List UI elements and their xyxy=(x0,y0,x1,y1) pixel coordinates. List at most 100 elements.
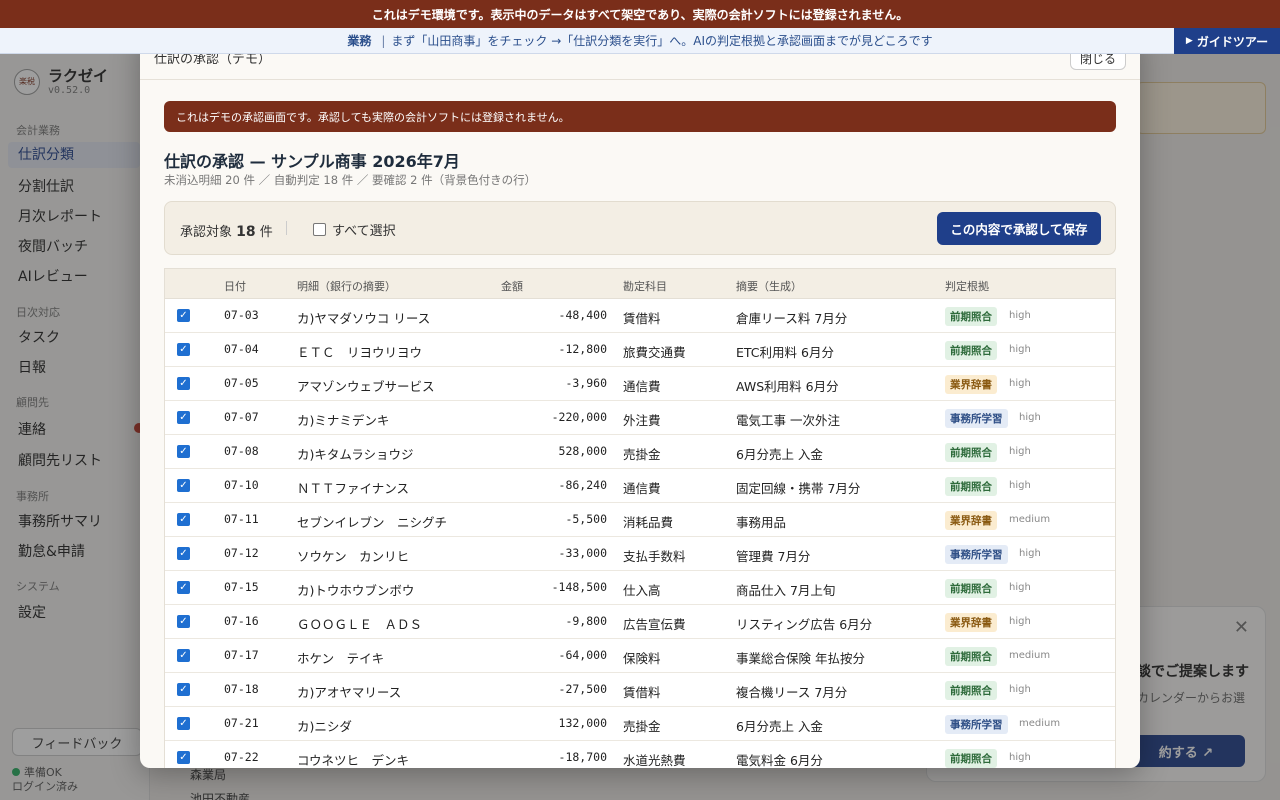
demo-banner: これはデモ環境です。表示中のデータはすべて架空であり、実際の会計ソフトには登録さ… xyxy=(0,0,1280,28)
row-account[interactable]: 賃借料 xyxy=(623,682,661,701)
approve-save-button[interactable]: この内容で承認して保存 xyxy=(937,212,1101,245)
table-row: ✓ 07-15 カ)トウホウブンボウ -148,500 仕入高 商品仕入 7月上旬 前期照合… xyxy=(165,571,1115,605)
row-confidence: high xyxy=(1009,378,1031,389)
row-memo[interactable]: 電気料金 6月分 xyxy=(736,750,823,768)
row-description: カ)ニシダ xyxy=(297,719,352,734)
column-header-amount: 金額 xyxy=(501,280,523,293)
row-confidence: high xyxy=(1009,446,1031,457)
row-memo[interactable]: 事業総合保険 年払按分 xyxy=(736,648,865,667)
check-icon: ✓ xyxy=(179,751,188,763)
row-memo[interactable]: 複合機リース 7月分 xyxy=(736,682,847,701)
journal-table: 日付 明細（銀行の摘要） 金額 勘定科目 摘要（生成） 判定根拠 ✓ 07-03 カ… xyxy=(164,268,1116,768)
row-date: 07-10 xyxy=(224,478,259,492)
row-amount: -48,400 xyxy=(558,308,607,322)
row-date: 07-15 xyxy=(224,580,259,594)
row-confidence: high xyxy=(1009,480,1031,491)
row-description: カ)キタムラショウジ xyxy=(297,447,414,462)
row-account[interactable]: 賃借料 xyxy=(623,308,661,327)
row-account[interactable]: 支払手数料 xyxy=(623,546,686,565)
row-memo[interactable]: 固定回線・携帯 7月分 xyxy=(736,478,860,497)
row-checkbox[interactable]: ✓ xyxy=(177,683,190,696)
row-confidence: medium xyxy=(1009,514,1051,525)
row-account[interactable]: 旅費交通費 xyxy=(623,342,686,361)
row-date: 07-22 xyxy=(224,750,259,764)
row-account[interactable]: 水道光熱費 xyxy=(623,750,686,768)
row-amount: -64,000 xyxy=(558,648,607,662)
guide-separator: | xyxy=(381,33,386,48)
check-icon: ✓ xyxy=(179,377,188,389)
row-memo[interactable]: 6月分売上 入金 xyxy=(736,716,823,735)
approve-count-value: 18 xyxy=(236,224,256,240)
approval-modal: 仕訳の承認（デモ） 閉じる これはデモの承認画面です。承認しても実際の会計ソフト… xyxy=(140,30,1140,768)
row-checkbox[interactable]: ✓ xyxy=(177,309,190,322)
row-basis-badge: 業界辞書 xyxy=(945,511,997,530)
row-basis-badge: 業界辞書 xyxy=(945,613,997,632)
row-memo[interactable]: AWS利用料 6月分 xyxy=(736,376,839,395)
row-memo[interactable]: ETC利用料 6月分 xyxy=(736,342,834,361)
check-icon: ✓ xyxy=(179,649,188,661)
row-checkbox[interactable]: ✓ xyxy=(177,649,190,662)
row-account[interactable]: 仕入高 xyxy=(623,580,661,599)
row-account[interactable]: 売掛金 xyxy=(623,444,661,463)
guide-tour-button[interactable]: ▶ ガイドツアー xyxy=(1174,28,1280,54)
row-checkbox[interactable]: ✓ xyxy=(177,343,190,356)
table-row: ✓ 07-17 ホケン テイキ -64,000 保険料 事業総合保険 年払按分 前期照合 me… xyxy=(165,639,1115,673)
row-checkbox[interactable]: ✓ xyxy=(177,411,190,424)
row-account[interactable]: 売掛金 xyxy=(623,716,661,735)
row-amount: 528,000 xyxy=(558,444,607,458)
page-title: 仕訳の承認 — サンプル商事 2026年7月 xyxy=(164,152,460,171)
row-description: カ)トウホウブンボウ xyxy=(297,583,415,598)
row-basis-badge: 前期照合 xyxy=(945,307,997,326)
check-icon: ✓ xyxy=(179,309,188,321)
row-checkbox[interactable]: ✓ xyxy=(177,751,190,764)
table-row: ✓ 07-04 ＥＴＣ リヨウリヨウ -12,800 旅費交通費 ETC利用料 6月分 前期… xyxy=(165,333,1115,367)
table-row: ✓ 07-10 ＮＴＴファイナンス -86,240 通信費 固定回線・携帯 7月分 前期照合… xyxy=(165,469,1115,503)
row-description: セブンイレブン ニシグチ xyxy=(297,515,448,530)
row-checkbox[interactable]: ✓ xyxy=(177,479,190,492)
checkbox-icon xyxy=(313,223,326,236)
select-all-checkbox[interactable]: すべて選択 xyxy=(313,220,396,239)
row-account[interactable]: 通信費 xyxy=(623,376,661,395)
row-account[interactable]: 外注費 xyxy=(623,410,661,429)
check-icon: ✓ xyxy=(179,615,188,627)
row-checkbox[interactable]: ✓ xyxy=(177,717,190,730)
row-memo[interactable]: 商品仕入 7月上旬 xyxy=(736,580,835,599)
row-memo[interactable]: 事務用品 xyxy=(736,512,786,531)
row-date: 07-18 xyxy=(224,682,259,696)
row-basis-badge: 事務所学習 xyxy=(945,409,1008,428)
column-header-memo: 摘要（生成） xyxy=(736,280,802,293)
row-amount: -9,800 xyxy=(565,614,607,628)
row-date: 07-12 xyxy=(224,546,259,560)
page-subtitle: 未消込明細 20 件 ／ 自動判定 18 件 ／ 要確認 2 件（背景色付きの行… xyxy=(164,173,537,187)
row-checkbox[interactable]: ✓ xyxy=(177,445,190,458)
row-date: 07-08 xyxy=(224,444,259,458)
row-basis-badge: 前期照合 xyxy=(945,647,997,666)
row-memo[interactable]: 倉庫リース料 7月分 xyxy=(736,308,847,327)
row-account[interactable]: 保険料 xyxy=(623,648,661,667)
table-row: ✓ 07-22 コウネツヒ デンキ -18,700 水道光熱費 電気料金 6月分 前期照合 h… xyxy=(165,741,1115,768)
column-header-date: 日付 xyxy=(224,280,246,293)
row-account[interactable]: 通信費 xyxy=(623,478,661,497)
row-checkbox[interactable]: ✓ xyxy=(177,513,190,526)
guide-text: まず「山田商事」をチェック →「仕訳分類を実行」へ。AIの判定根拠と承認画面まで… xyxy=(391,34,933,48)
row-memo[interactable]: 管理費 7月分 xyxy=(736,546,810,565)
column-header-description: 明細（銀行の摘要） xyxy=(297,280,396,293)
table-row: ✓ 07-11 セブンイレブン ニシグチ -5,500 消耗品費 事務用品 業界辞書 medi… xyxy=(165,503,1115,537)
row-checkbox[interactable]: ✓ xyxy=(177,547,190,560)
row-amount: -3,960 xyxy=(565,376,607,390)
row-amount: -12,800 xyxy=(558,342,607,356)
table-row: ✓ 07-18 カ)アオヤマリース -27,500 賃借料 複合機リース 7月分 前期照合 h… xyxy=(165,673,1115,707)
row-memo[interactable]: リスティング広告 6月分 xyxy=(736,614,872,633)
row-description: アマゾンウェブサービス xyxy=(297,379,435,394)
row-memo[interactable]: 6月分売上 入金 xyxy=(736,444,823,463)
table-row: ✓ 07-21 カ)ニシダ 132,000 売掛金 6月分売上 入金 事務所学習 medium xyxy=(165,707,1115,741)
row-memo[interactable]: 電気工事 一次外注 xyxy=(736,410,840,429)
table-header: 日付 明細（銀行の摘要） 金額 勘定科目 摘要（生成） 判定根拠 xyxy=(165,269,1115,299)
row-account[interactable]: 広告宣伝費 xyxy=(623,614,686,633)
row-amount: -220,000 xyxy=(551,410,607,424)
row-checkbox[interactable]: ✓ xyxy=(177,377,190,390)
row-checkbox[interactable]: ✓ xyxy=(177,581,190,594)
row-confidence: high xyxy=(1019,412,1041,423)
row-account[interactable]: 消耗品費 xyxy=(623,512,673,531)
row-checkbox[interactable]: ✓ xyxy=(177,615,190,628)
